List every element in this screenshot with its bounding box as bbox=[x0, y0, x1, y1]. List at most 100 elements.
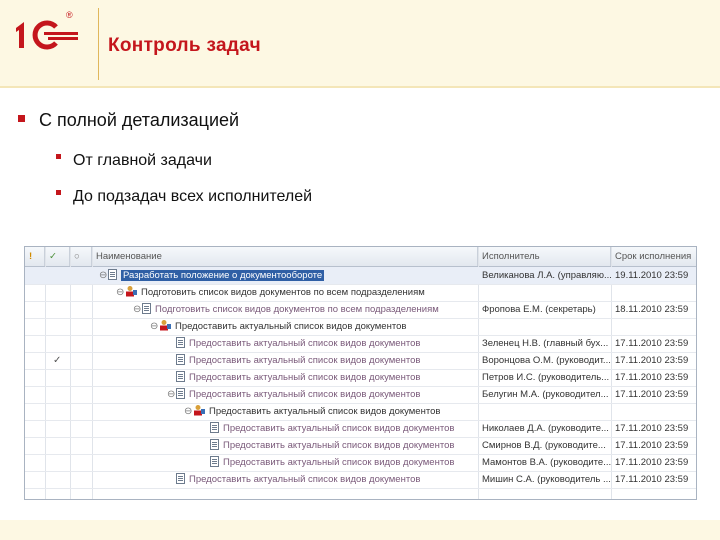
deadline-cell: 18.11.2010 23:59 bbox=[615, 304, 689, 315]
executor-cell: Фропова Е.М. (секретарь) bbox=[482, 304, 596, 315]
bullet-text: До подзадач всех исполнителей bbox=[73, 188, 313, 205]
executor-cell bbox=[478, 403, 611, 420]
col-state[interactable]: ○ bbox=[70, 247, 92, 266]
document-icon bbox=[176, 387, 185, 399]
col-done[interactable]: ✓ bbox=[45, 247, 70, 266]
tasks-grid[interactable]: ! ✓ ○ Наименование Исполнитель Срок испо… bbox=[24, 246, 697, 500]
done-check-icon: ✓ bbox=[53, 355, 62, 366]
collapse-icon[interactable]: ⊖ bbox=[167, 386, 176, 403]
task-name: Предоставить актуальный список видов док… bbox=[189, 338, 421, 349]
name-cell[interactable]: Предоставить актуальный список видов док… bbox=[163, 352, 478, 369]
task-name: Предоставить актуальный список видов док… bbox=[189, 355, 421, 366]
collapse-icon[interactable]: ⊖ bbox=[133, 301, 142, 318]
name-cell[interactable]: ⊖ Подготовить список видов документов по … bbox=[129, 301, 478, 318]
col-executor[interactable]: Исполнитель bbox=[478, 247, 611, 266]
bullet-level1: С полной детализацией bbox=[18, 110, 239, 131]
executor-cell: Николаев Д.А. (руководите... bbox=[482, 423, 609, 434]
name-cell[interactable]: Предоставить актуальный список видов док… bbox=[163, 471, 478, 488]
task-name: Предоставить актуальный список видов док… bbox=[223, 440, 455, 451]
deadline-cell: 17.11.2010 23:59 bbox=[615, 372, 689, 383]
collapse-icon[interactable]: ⊖ bbox=[99, 267, 108, 284]
task-name: Предоставить актуальный список видов док… bbox=[175, 321, 407, 332]
bullet-level2: До подзадач всех исполнителей bbox=[56, 188, 312, 206]
bullet-square-icon bbox=[56, 190, 61, 196]
name-cell[interactable]: Предоставить актуальный список видов док… bbox=[197, 420, 478, 437]
deadline-cell: 17.11.2010 23:59 bbox=[615, 457, 689, 468]
document-icon bbox=[176, 370, 185, 382]
name-cell[interactable]: ⊖ Предоставить актуальный список видов до… bbox=[146, 318, 478, 335]
table-row[interactable]: ⊖ Предоставить актуальный список видов до… bbox=[25, 403, 696, 421]
deadline-cell: 17.11.2010 23:59 bbox=[615, 389, 689, 400]
document-icon bbox=[108, 268, 117, 280]
table-row[interactable]: ✓ Предоставить актуальный список видов до… bbox=[25, 352, 696, 370]
col-deadline[interactable]: Срок исполнения bbox=[611, 247, 696, 266]
header-rule bbox=[0, 86, 720, 88]
executor-cell: Великанова Л.А. (управляю... bbox=[482, 270, 611, 281]
clipboard-check-icon: ✓ bbox=[49, 251, 57, 262]
table-row[interactable]: ⊖ Предоставить актуальный список видов до… bbox=[25, 318, 696, 336]
deadline-cell: 19.11.2010 23:59 bbox=[615, 270, 689, 281]
document-icon bbox=[176, 353, 185, 365]
name-cell[interactable]: ⊖ Разработать положение о документооборот… bbox=[95, 267, 478, 284]
name-cell[interactable]: Предоставить актуальный список видов док… bbox=[163, 335, 478, 352]
executor-cell bbox=[478, 284, 611, 301]
table-row[interactable]: ⊖ Разработать положение о документооборот… bbox=[25, 267, 696, 285]
document-icon bbox=[176, 336, 185, 348]
table-row[interactable]: Предоставить актуальный список видов док… bbox=[25, 420, 696, 438]
table-row[interactable]: Предоставить актуальный список видов док… bbox=[25, 471, 696, 489]
collapse-icon[interactable]: ⊖ bbox=[150, 318, 159, 335]
bullet-text: От главной задачи bbox=[73, 152, 212, 169]
table-row[interactable]: ⊖ Подготовить список видов документов по … bbox=[25, 284, 696, 302]
registered-icon: ® bbox=[66, 10, 73, 20]
bullet-square-icon bbox=[56, 154, 61, 160]
document-icon bbox=[210, 421, 219, 433]
name-cell[interactable]: ⊖ Предоставить актуальный список видов до… bbox=[163, 386, 478, 403]
deadline-cell: 17.11.2010 23:59 bbox=[615, 338, 689, 349]
task-name: Подготовить список видов документов по в… bbox=[141, 287, 425, 298]
document-icon bbox=[210, 455, 219, 467]
deadline-cell: 17.11.2010 23:59 bbox=[615, 440, 689, 451]
name-cell[interactable]: Предоставить актуальный список видов док… bbox=[197, 454, 478, 471]
executor-cell: Смирнов В.Д. (руководите... bbox=[482, 440, 606, 451]
bullet-level2: От главной задачи bbox=[56, 152, 212, 170]
table-row[interactable]: ⊖ Предоставить актуальный список видов до… bbox=[25, 386, 696, 404]
task-name: Разработать положение о документообороте bbox=[121, 270, 325, 281]
table-row[interactable]: Предоставить актуальный список видов док… bbox=[25, 369, 696, 387]
task-name: Подготовить список видов документов по в… bbox=[155, 304, 439, 315]
name-cell[interactable]: ⊖ Подготовить список видов документов по … bbox=[112, 284, 478, 301]
task-name: Предоставить актуальный список видов док… bbox=[189, 389, 421, 400]
executor-cell: Зеленец Н.В. (главный бух... bbox=[482, 338, 609, 349]
executor-cell: Петров И.С. (руководитель... bbox=[482, 372, 610, 383]
name-cell[interactable]: Предоставить актуальный список видов док… bbox=[163, 369, 478, 386]
task-name: Предоставить актуальный список видов док… bbox=[223, 423, 455, 434]
task-group-icon bbox=[194, 405, 205, 416]
name-cell[interactable]: Предоставить актуальный список видов док… bbox=[197, 437, 478, 454]
document-icon bbox=[142, 302, 151, 314]
circle-icon: ○ bbox=[74, 251, 80, 262]
col-importance[interactable]: ! bbox=[25, 247, 45, 266]
table-row[interactable]: ⊖ Подготовить список видов документов по … bbox=[25, 301, 696, 319]
col-name[interactable]: Наименование bbox=[92, 247, 478, 266]
done-cell[interactable]: ✓ bbox=[49, 352, 70, 369]
importance-icon: ! bbox=[29, 251, 33, 262]
executor-cell: Воронцова О.М. (руководит... bbox=[482, 355, 611, 366]
table-row[interactable]: Предоставить актуальный список видов док… bbox=[25, 437, 696, 455]
document-icon bbox=[176, 472, 185, 484]
deadline-cell bbox=[611, 318, 696, 335]
collapse-icon[interactable]: ⊖ bbox=[184, 403, 193, 420]
grid-header: ! ✓ ○ Наименование Исполнитель Срок испо… bbox=[25, 247, 696, 267]
header-divider bbox=[98, 8, 99, 80]
slide-footer bbox=[0, 520, 720, 540]
slide-header: ® Контроль задач bbox=[0, 0, 720, 86]
executor-cell bbox=[478, 318, 611, 335]
table-row[interactable]: Предоставить актуальный список видов док… bbox=[25, 454, 696, 472]
deadline-cell bbox=[611, 284, 696, 301]
name-cell[interactable]: ⊖ Предоставить актуальный список видов до… bbox=[180, 403, 478, 420]
page-title: Контроль задач bbox=[108, 35, 261, 56]
bullet-text: С полной детализацией bbox=[39, 110, 240, 130]
deadline-cell: 17.11.2010 23:59 bbox=[615, 355, 689, 366]
collapse-icon[interactable]: ⊖ bbox=[116, 284, 125, 301]
deadline-cell: 17.11.2010 23:59 bbox=[615, 423, 689, 434]
task-group-icon bbox=[160, 320, 171, 331]
table-row[interactable]: Предоставить актуальный список видов док… bbox=[25, 335, 696, 353]
